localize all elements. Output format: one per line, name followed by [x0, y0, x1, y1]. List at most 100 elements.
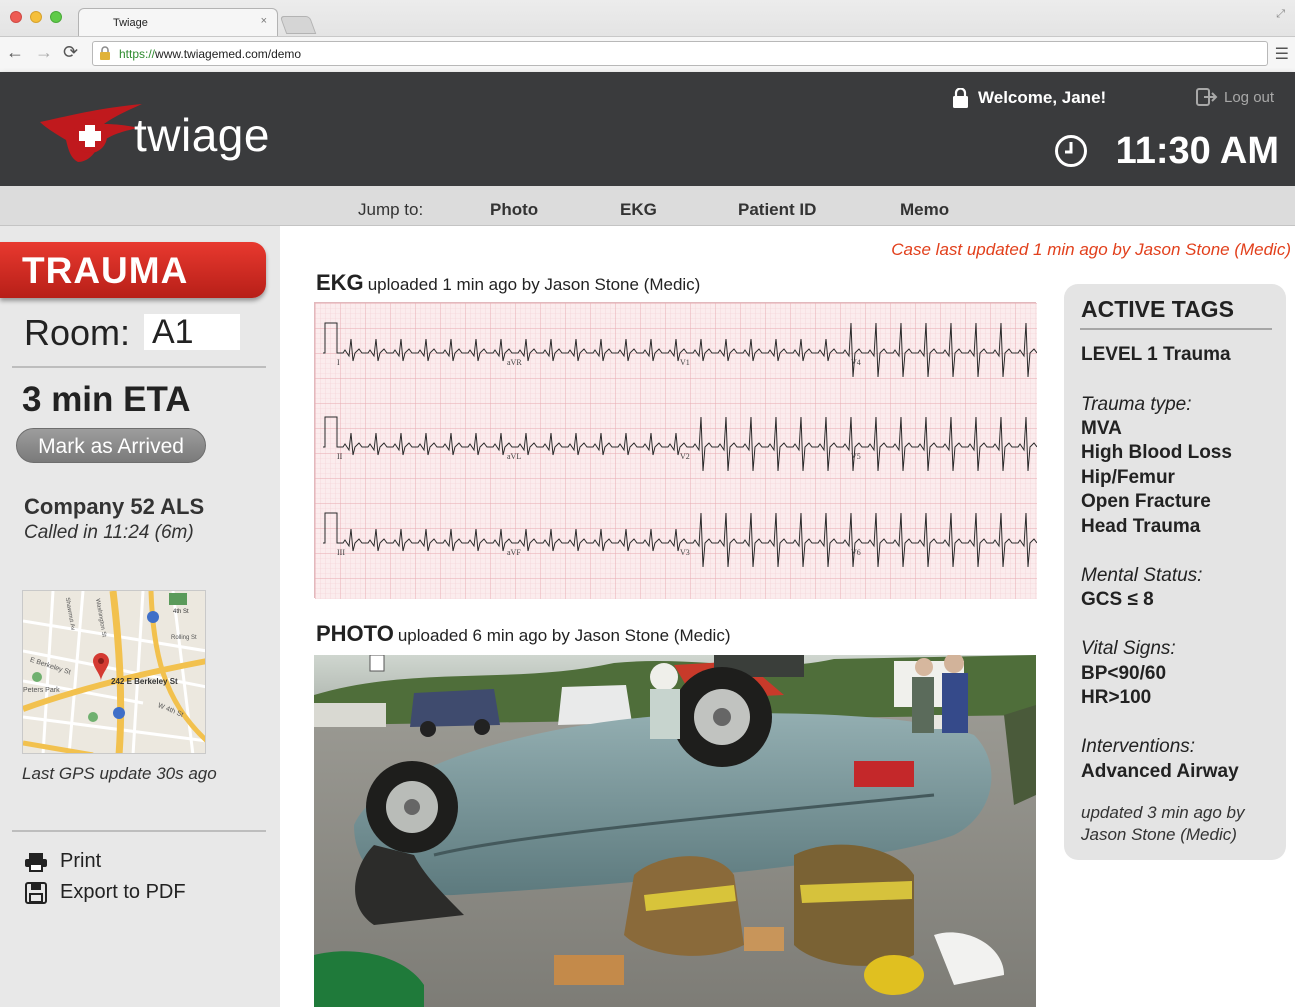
photo-upload-info: uploaded 6 min ago by Jason Stone (Medic… [397, 626, 731, 645]
browser-tab[interactable]: Twiage × [78, 8, 278, 36]
called-in-time: Called in 11:24 (6m) [24, 522, 194, 543]
mental-status-label: Mental Status: [1081, 565, 1203, 586]
trauma-type-tag: Open Fracture [1081, 491, 1211, 512]
trauma-label: TRAUMA [22, 250, 189, 291]
twiage-cross-wing-icon [40, 104, 142, 162]
map-address-label: 242 E Berkeley St [111, 677, 178, 686]
export-pdf-button[interactable]: Export to PDF [24, 881, 186, 904]
sidebar-divider [12, 366, 266, 368]
ekg-waveform-graphic: IaVR V1 V4 II aVL V2 V5 III aVF V3 V6 [315, 303, 1038, 599]
location-pin-icon [93, 653, 109, 681]
ekg-lead-label: V4 [851, 358, 861, 367]
overturned-car-photo [314, 655, 1036, 1007]
welcome-message: Welcome, Jane! [978, 88, 1107, 107]
ekg-strip[interactable]: IaVR V1 V4 II aVL V2 V5 III aVF V3 V6 [314, 302, 1038, 599]
ems-company: Company 52 ALS [24, 494, 205, 519]
current-time: 11:30 AM [1115, 130, 1279, 172]
clock-icon [1055, 135, 1087, 167]
new-tab-button[interactable] [279, 16, 317, 34]
ekg-lead-label: V3 [680, 548, 690, 557]
ekg-lead-label: V6 [851, 548, 861, 557]
tab-close-icon[interactable]: × [261, 15, 267, 27]
app-logo-text: twiage [134, 109, 270, 161]
active-tags-title: ACTIVE TAGS [1081, 296, 1234, 322]
browser-menu-icon[interactable]: ☰ [1275, 44, 1289, 64]
photo-section-header: PHOTO uploaded 6 min ago by Jason Stone (… [316, 621, 730, 647]
trauma-type-tag: Hip/Femur [1081, 467, 1175, 488]
browser-chrome: Twiage × ⤢ ← → ⟳ https://www.twiagemed.c… [0, 0, 1295, 72]
jump-link-memo[interactable]: Memo [900, 200, 949, 220]
interventions-label: Interventions: [1081, 736, 1196, 757]
logout-label: Log out [1224, 88, 1275, 106]
lock-icon [953, 88, 968, 108]
trauma-banner: TRAUMA [0, 242, 266, 298]
ekg-lead-label: aVF [507, 548, 521, 557]
window-minimize-button[interactable] [30, 11, 42, 23]
sidebar-divider [12, 830, 266, 832]
case-updated-notice: Case last updated 1 min ago by Jason Sto… [891, 240, 1291, 259]
ekg-upload-info: uploaded 1 min ago by Jason Stone (Medic… [367, 275, 701, 294]
active-tags-panel: ACTIVE TAGS LEVEL 1 Trauma Trauma type: … [1064, 284, 1286, 860]
export-label: Export to PDF [60, 881, 186, 903]
browser-toolbar: ← → ⟳ https://www.twiagemed.com/demo ☰ [0, 36, 1295, 72]
window-maximize-button[interactable] [50, 11, 62, 23]
logout-icon [1196, 88, 1218, 106]
save-disk-icon [25, 881, 47, 904]
mental-status-tag: GCS ≤ 8 [1081, 589, 1154, 610]
app-header: twiage Welcome, Jane! Log out 11:30 AM [0, 72, 1295, 186]
ekg-lead-label: II [337, 452, 343, 461]
trauma-type-tag: High Blood Loss [1081, 442, 1232, 463]
ekg-lead-label: III [337, 548, 345, 557]
ekg-section-header: EKG uploaded 1 min ago by Jason Stone (Me… [316, 270, 700, 296]
forward-arrow-icon[interactable]: → [35, 42, 53, 63]
eta-text: 3 min ETA [22, 380, 191, 419]
address-bar[interactable]: https://www.twiagemed.com/demo [92, 41, 1268, 66]
street-map-graphic [23, 591, 205, 753]
url-text: https://www.twiagemed.com/demo [119, 47, 301, 61]
room-label: Room: [24, 312, 131, 353]
vital-sign-tag: HR>100 [1081, 687, 1152, 708]
gps-map[interactable]: 242 E Berkeley St E Berkeley St W 4th St… [22, 590, 206, 754]
back-arrow-icon[interactable]: ← [6, 42, 24, 63]
jump-link-photo[interactable]: Photo [490, 200, 538, 220]
secure-lock-icon [100, 46, 110, 60]
printer-icon [25, 852, 47, 872]
tab-title: Twiage [113, 17, 148, 29]
ekg-lead-label: aVR [507, 358, 522, 367]
tags-updated-line: Jason Stone (Medic) [1081, 825, 1237, 844]
jump-link-ekg[interactable]: EKG [620, 200, 657, 220]
accident-photo[interactable] [314, 655, 1036, 1007]
logout-link[interactable]: Log out [1196, 88, 1274, 106]
tags-updated-line: updated 3 min ago by [1081, 803, 1245, 822]
print-button[interactable]: Print [24, 850, 101, 873]
jump-to-label: Jump to: [358, 200, 424, 219]
jump-to-bar: Jump to: Photo EKG Patient ID Memo [0, 186, 1295, 226]
trauma-type-label: Trauma type: [1081, 394, 1192, 415]
tags-divider [1080, 328, 1272, 330]
ekg-title: EKG [316, 270, 364, 295]
room-number: A1 [144, 314, 240, 350]
url-scheme: https:// [119, 47, 156, 61]
vital-sign-tag: BP<90/60 [1081, 663, 1167, 684]
jump-link-patient-id[interactable]: Patient ID [738, 200, 816, 220]
intervention-tag: Advanced Airway [1081, 761, 1239, 782]
case-sidebar: TRAUMA Room: A1 3 min ETA Mark as Arrive… [0, 226, 280, 1007]
print-label: Print [60, 850, 102, 872]
vital-signs-label: Vital Signs: [1081, 638, 1176, 659]
ekg-lead-label: aVL [507, 452, 521, 461]
ekg-lead-label: V1 [680, 358, 690, 367]
url-host-path: www.twiagemed.com/demo [155, 47, 302, 61]
mark-as-arrived-button[interactable]: Mark as Arrived [16, 428, 206, 463]
window-close-button[interactable] [10, 11, 22, 23]
trauma-level-tag: LEVEL 1 Trauma [1081, 344, 1231, 365]
ekg-lead-label: V2 [680, 452, 690, 461]
trauma-type-tag: MVA [1081, 418, 1122, 439]
reload-icon[interactable]: ⟳ [63, 42, 78, 63]
ekg-lead-label: I [337, 358, 340, 367]
map-street-label: Peters Park [23, 687, 60, 694]
map-street-label: 4th St [173, 609, 189, 615]
gps-update-time: Last GPS update 30s ago [22, 764, 217, 783]
map-street-label: Rolling St [171, 635, 197, 641]
fullscreen-icon[interactable]: ⤢ [1276, 8, 1285, 21]
photo-title: PHOTO [316, 621, 394, 646]
